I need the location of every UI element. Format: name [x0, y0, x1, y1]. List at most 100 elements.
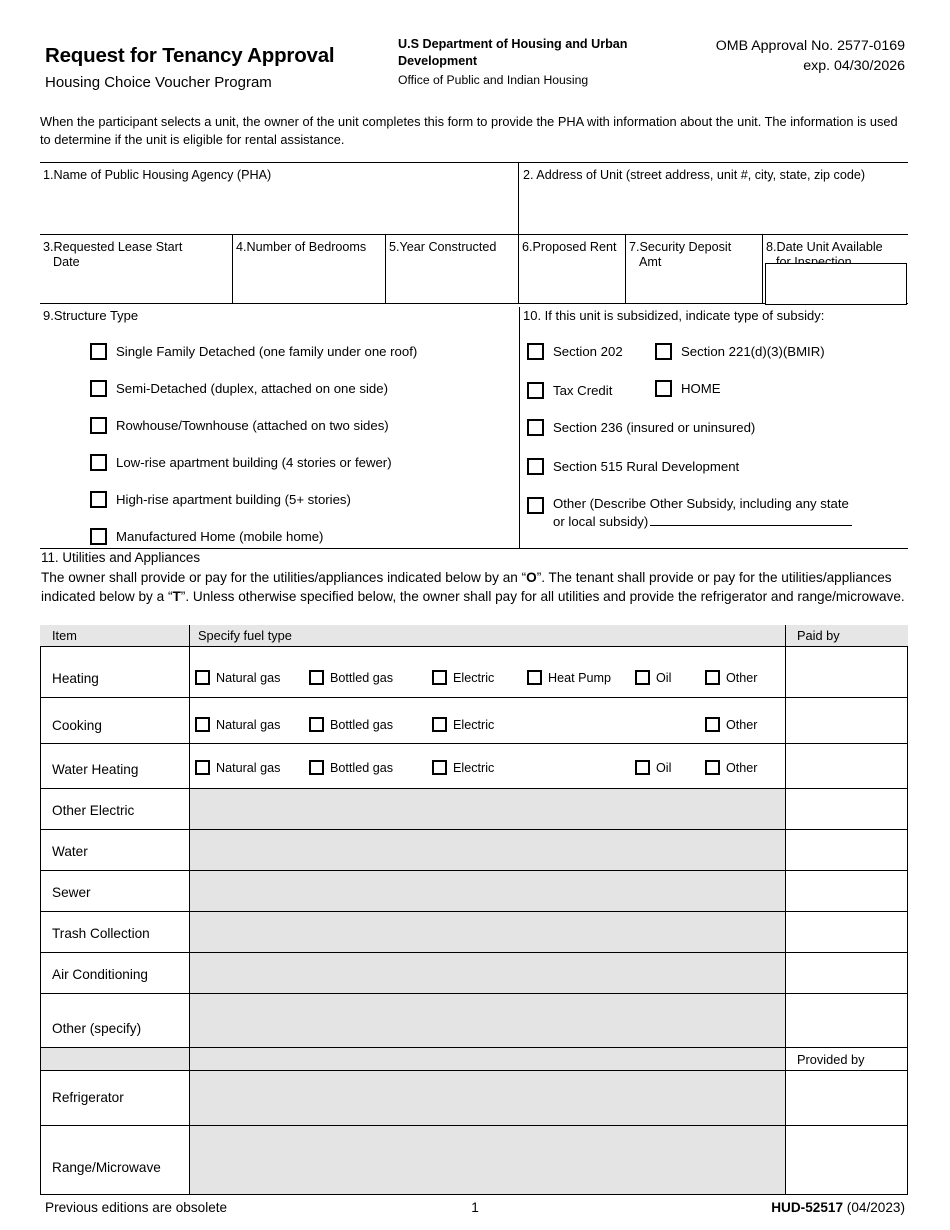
paid-by-input-other-electric[interactable]	[786, 789, 907, 829]
checkbox-icon[interactable]	[527, 458, 544, 475]
fuel-label: Bottled gas	[330, 717, 394, 732]
row-line-cooking	[40, 743, 908, 745]
fuel-water-heating-oil[interactable]: Oil	[635, 760, 671, 775]
subsidy-option-section-221d3bmir[interactable]: Section 221(d)(3)(BMIR)	[655, 343, 825, 360]
checkbox-icon[interactable]	[527, 343, 544, 360]
form-revision-date: (04/2023)	[846, 1200, 905, 1215]
checkbox-icon[interactable]	[309, 717, 324, 732]
utilities-instructions: The owner shall provide or pay for the u…	[41, 568, 909, 607]
checkbox-icon[interactable]	[432, 670, 447, 685]
subsidy-option-home[interactable]: HOME	[655, 380, 721, 397]
provided-by-input-range-microwave[interactable]	[786, 1126, 907, 1193]
fuel-heating-heat-pump[interactable]: Heat Pump	[527, 670, 611, 685]
checkbox-icon[interactable]	[655, 380, 672, 397]
checkbox-icon[interactable]	[195, 670, 210, 685]
checkbox-icon[interactable]	[432, 717, 447, 732]
checkbox-icon[interactable]	[705, 717, 720, 732]
checkbox-icon[interactable]	[635, 760, 650, 775]
subsidy-other-line2: or local subsidy)	[553, 514, 649, 529]
col-divider-2	[232, 234, 234, 303]
subsidy-other-input[interactable]	[650, 513, 853, 526]
checkbox-icon[interactable]	[527, 419, 544, 436]
provided-by-input-refrigerator[interactable]	[786, 1071, 907, 1125]
omb-expiration: exp. 04/30/2026	[803, 58, 905, 74]
paid-by-input-water[interactable]	[786, 830, 907, 870]
checkbox-icon[interactable]	[635, 670, 650, 685]
structure-option-semi-detached[interactable]: Semi-Detached (duplex, attached on one s…	[90, 380, 388, 397]
field-1-label: 1.Name of Public Housing Agency (PHA)	[43, 168, 272, 182]
table-rule-top	[40, 162, 908, 164]
structure-option-label: Manufactured Home (mobile home)	[116, 529, 324, 544]
form-identifier: HUD-52517 (04/2023)	[771, 1200, 905, 1215]
checkbox-icon[interactable]	[432, 760, 447, 775]
paid-by-input-cooking[interactable]	[786, 698, 907, 743]
subsidy-option-section-202[interactable]: Section 202	[527, 343, 623, 360]
fuel-cooking-natural-gas[interactable]: Natural gas	[195, 717, 280, 732]
fuel-cooking-other[interactable]: Other	[705, 717, 758, 732]
program-subtitle: Housing Choice Voucher Program	[45, 74, 272, 91]
row-line-other-electric	[40, 829, 908, 831]
fuel-heating-oil[interactable]: Oil	[635, 670, 671, 685]
fuel-water-heating-bottled-gas[interactable]: Bottled gas	[309, 760, 393, 775]
form-number: HUD-52517	[771, 1200, 844, 1215]
checkbox-icon[interactable]	[655, 343, 672, 360]
table-header-row	[40, 625, 908, 647]
checkbox-icon[interactable]	[195, 760, 210, 775]
fuel-water-heating-other[interactable]: Other	[705, 760, 758, 775]
subsidy-option-label: Section 221(d)(3)(BMIR)	[681, 344, 825, 359]
utilities-instructions-a: The owner shall provide or pay for the u…	[41, 570, 527, 585]
checkbox-icon[interactable]	[195, 717, 210, 732]
checkbox-icon[interactable]	[527, 382, 544, 399]
date-unit-available-input[interactable]	[765, 263, 907, 305]
structure-option-high-rise[interactable]: High-rise apartment building (5+ stories…	[90, 491, 351, 508]
checkbox-icon[interactable]	[309, 760, 324, 775]
subsidy-option-tax-credit[interactable]: Tax Credit	[527, 382, 612, 399]
fuel-cooking-electric[interactable]: Electric	[432, 717, 494, 732]
paid-by-input-other-specify[interactable]	[786, 994, 907, 1047]
table-row-item-other-specify: Other (specify)	[52, 1021, 142, 1036]
fuel-water-heating-natural-gas[interactable]: Natural gas	[195, 760, 280, 775]
table-row-item-other-electric: Other Electric	[52, 803, 135, 818]
fuel-water-heating-electric[interactable]: Electric	[432, 760, 494, 775]
paid-by-input-trash[interactable]	[786, 912, 907, 952]
checkbox-icon[interactable]	[309, 670, 324, 685]
checkbox-icon[interactable]	[90, 454, 107, 471]
fuel-heating-other[interactable]: Other	[705, 670, 758, 685]
fuel-heating-natural-gas[interactable]: Natural gas	[195, 670, 280, 685]
subsidy-option-section-236[interactable]: Section 236 (insured or uninsured)	[527, 419, 755, 436]
structure-option-low-rise[interactable]: Low-rise apartment building (4 stories o…	[90, 454, 392, 471]
checkbox-icon[interactable]	[90, 380, 107, 397]
row-line-trash	[40, 952, 908, 954]
table-row-item-sewer: Sewer	[52, 885, 91, 900]
subsidy-option-other-label: Other (Describe Other Subsidy, including…	[553, 495, 903, 531]
structure-option-manufactured-home[interactable]: Manufactured Home (mobile home)	[90, 528, 323, 545]
paid-by-input-heating[interactable]	[786, 648, 907, 697]
paid-by-input-sewer[interactable]	[786, 871, 907, 911]
paid-by-input-air-conditioning[interactable]	[786, 953, 907, 993]
checkbox-icon[interactable]	[527, 497, 544, 514]
checkbox-icon[interactable]	[90, 491, 107, 508]
subsidy-option-label: HOME	[681, 381, 721, 396]
agency-name: U.S Department of Housing and Urban Deve…	[398, 37, 628, 68]
field-6-label: 6.Proposed Rent	[522, 240, 617, 254]
checkbox-icon[interactable]	[90, 528, 107, 545]
checkbox-icon[interactable]	[90, 417, 107, 434]
fuel-label: Other	[726, 760, 758, 775]
fuel-cooking-bottled-gas[interactable]: Bottled gas	[309, 717, 393, 732]
structure-option-rowhouse[interactable]: Rowhouse/Townhouse (attached on two side…	[90, 417, 389, 434]
table-row-item-heating: Heating	[52, 671, 99, 686]
checkbox-icon[interactable]	[90, 343, 107, 360]
checkbox-icon[interactable]	[527, 670, 542, 685]
fuel-heating-bottled-gas[interactable]: Bottled gas	[309, 670, 393, 685]
fuel-label: Oil	[656, 760, 672, 775]
page-title: Request for Tenancy Approval	[45, 44, 335, 67]
fuel-heating-electric[interactable]: Electric	[432, 670, 494, 685]
checkbox-icon[interactable]	[705, 670, 720, 685]
item-column-divider	[189, 625, 191, 1194]
structure-option-single-family[interactable]: Single Family Detached (one family under…	[90, 343, 417, 360]
checkbox-icon[interactable]	[705, 760, 720, 775]
paid-by-input-water-heating[interactable]	[786, 744, 907, 788]
column-header-fuel: Specify fuel type	[198, 628, 292, 643]
subsidy-option-other[interactable]: Other (Describe Other Subsidy, including…	[527, 495, 903, 531]
subsidy-option-section-515[interactable]: Section 515 Rural Development	[527, 458, 739, 475]
